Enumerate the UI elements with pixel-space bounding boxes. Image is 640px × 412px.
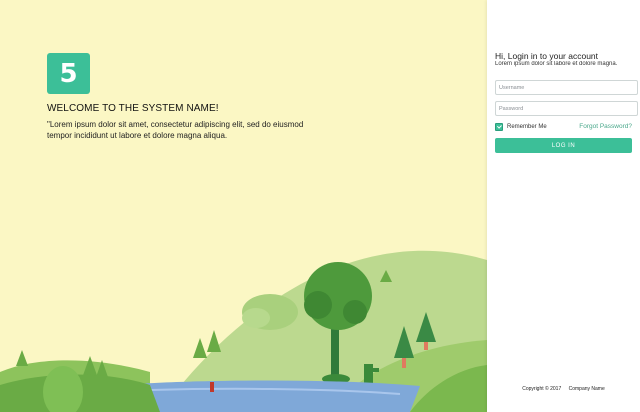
login-title: Hi, Login in to your account bbox=[495, 51, 599, 61]
forgot-password-link[interactable]: Forgot Password? bbox=[579, 123, 632, 130]
hero-section: 5 WELCOME TO THE SYSTEM NAME! "Lorem ips… bbox=[0, 0, 487, 412]
password-input[interactable] bbox=[495, 101, 638, 116]
remember-me[interactable]: Remember Me bbox=[495, 123, 547, 131]
login-panel: Hi, Login in to your account Lorem ipsum… bbox=[487, 0, 640, 412]
copyright-text: Copyright © 2017 bbox=[522, 386, 562, 392]
company-name: Company Name bbox=[568, 386, 605, 392]
hero-description: "Lorem ipsum dolor sit amet, consectetur… bbox=[47, 120, 304, 140]
remember-label: Remember Me bbox=[507, 124, 547, 130]
username-input[interactable] bbox=[495, 80, 638, 95]
login-subtitle: Lorem ipsum dolor sit labore et dolore m… bbox=[495, 61, 618, 67]
login-button[interactable]: LOG IN bbox=[495, 138, 632, 153]
remember-checkbox[interactable] bbox=[495, 123, 503, 131]
brand-logo: 5 bbox=[47, 53, 90, 94]
footer: Copyright © 2017 Company Name bbox=[487, 386, 640, 392]
welcome-heading: WELCOME TO THE SYSTEM NAME! bbox=[47, 103, 219, 114]
